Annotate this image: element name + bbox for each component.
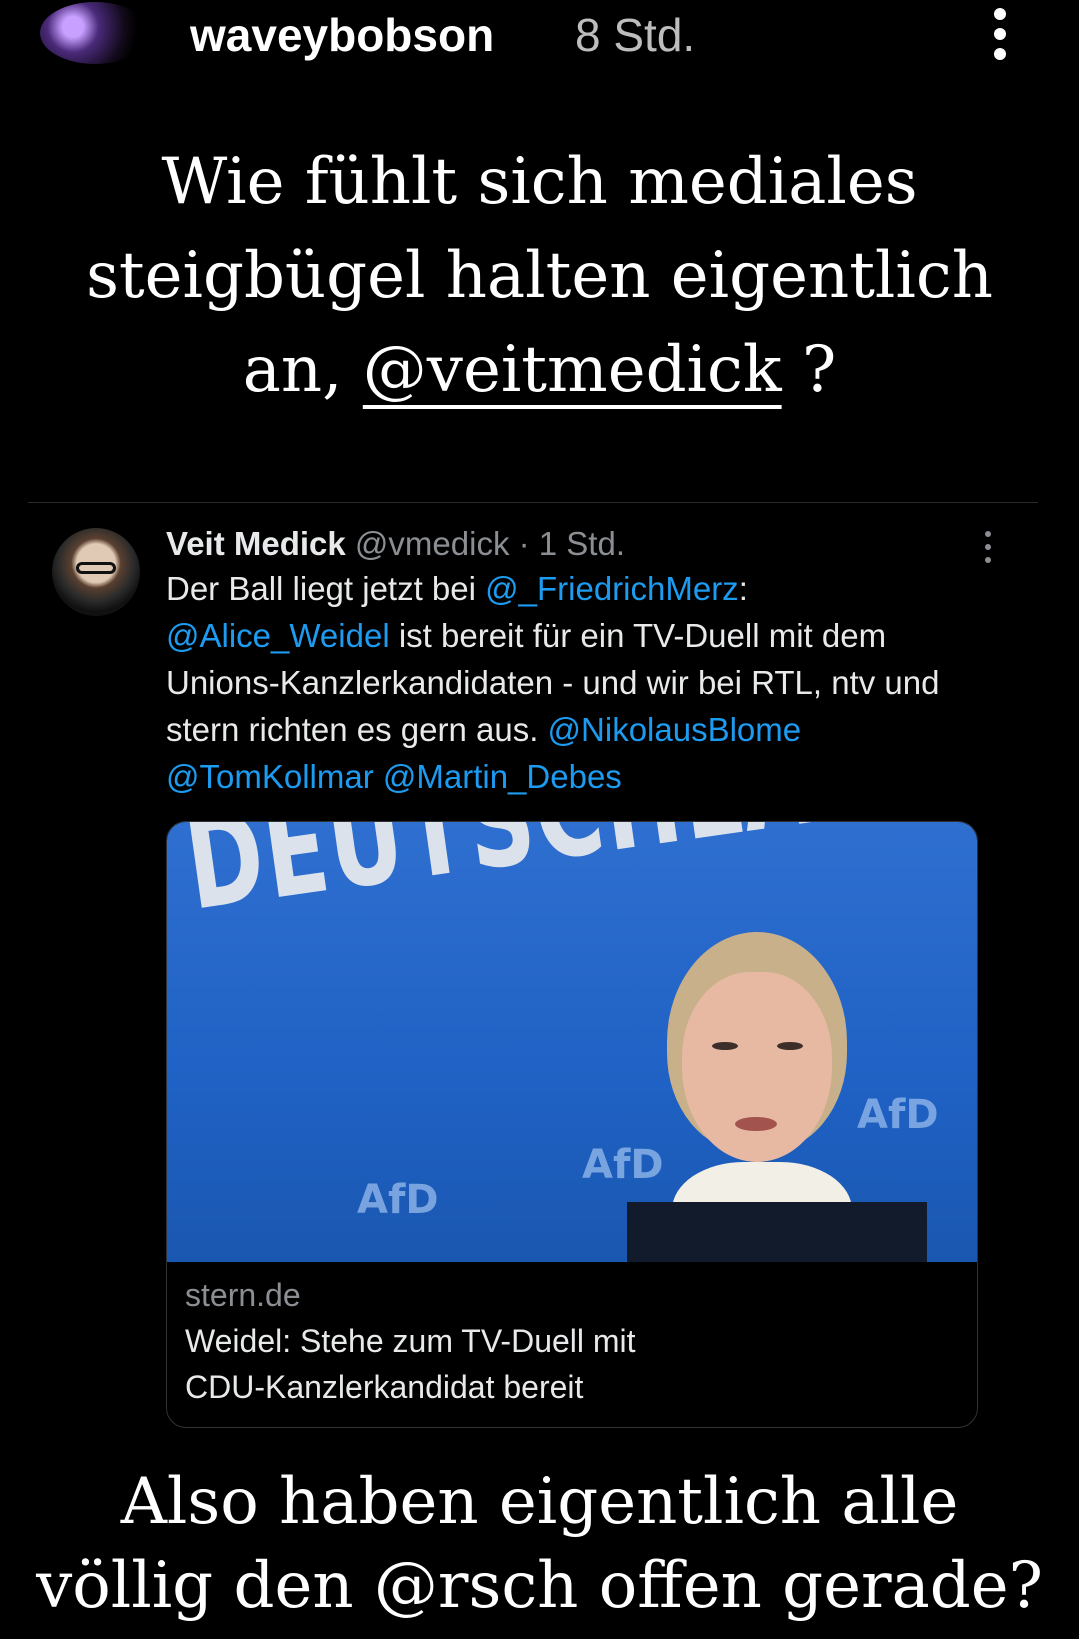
tweet-more-icon[interactable] xyxy=(985,531,993,563)
mention-nikolausblome[interactable]: @NikolausBlome xyxy=(548,711,802,748)
tweet-text: Der Ball liegt jetzt bei @_FriedrichMerz… xyxy=(166,565,986,800)
tweet-author-avatar[interactable] xyxy=(52,528,140,616)
mention-martin-debes[interactable]: @Martin_Debes xyxy=(383,758,622,795)
mention-friedrichmerz[interactable]: @_FriedrichMerz xyxy=(485,570,739,607)
person-photo xyxy=(627,932,977,1262)
caption-line-3: an, @veitmedick ? xyxy=(0,323,1079,417)
link-preview-image: DEUTSCHLAND. AfD AfD AfD xyxy=(167,822,977,1262)
link-title-line-1: Weidel: Stehe zum TV-Duell mit xyxy=(185,1323,636,1359)
story-timestamp: 8 Std. xyxy=(575,9,696,61)
mention-veitmedick[interactable]: @veitmedick xyxy=(363,333,782,407)
banner-text: DEUTSCHLAND. xyxy=(177,822,977,940)
caption-line-1: Wie fühlt sich mediales xyxy=(161,145,918,219)
caption-bottom-line-2: völlig den @rsch offen gerade? xyxy=(36,1549,1043,1623)
embedded-tweet[interactable]: Veit Medick @vmedick · 1 Std. Der Ball l… xyxy=(28,502,1038,1453)
afd-logo: AfD xyxy=(357,1177,439,1223)
caption-prefix: an, xyxy=(242,333,363,407)
link-title-line-2: CDU-Kanzlerkandidat bereit xyxy=(185,1369,584,1405)
caption-line-2: steigbügel halten eigentlich xyxy=(86,239,993,313)
story-username[interactable]: waveybobson xyxy=(190,8,494,62)
more-options-icon[interactable] xyxy=(985,4,1015,64)
story-caption-top: Wie fühlt sich mediales steigbügel halte… xyxy=(0,135,1079,417)
caption-suffix: ? xyxy=(781,333,837,407)
caption-bottom-line-1: Also haben eigentlich alle xyxy=(120,1465,959,1539)
story-caption-bottom: Also haben eigentlich alle völlig den @r… xyxy=(0,1460,1079,1628)
tweet-header: Veit Medick @vmedick · 1 Std. xyxy=(166,525,625,563)
tweet-text-part: Der Ball liegt jetzt bei xyxy=(166,570,486,607)
tweet-author-name[interactable]: Veit Medick xyxy=(166,525,346,562)
story-header: waveybobson 8 Std. xyxy=(0,0,1079,80)
story-avatar[interactable] xyxy=(40,2,150,64)
link-preview-info: stern.de Weidel: Stehe zum TV-Duell mit … xyxy=(185,1272,965,1410)
link-domain: stern.de xyxy=(185,1277,301,1313)
tweet-handle-time: @vmedick · 1 Std. xyxy=(354,525,625,562)
mention-alice-weidel[interactable]: @Alice_Weidel xyxy=(166,617,390,654)
mention-tomkollmar[interactable]: @TomKollmar xyxy=(166,758,374,795)
link-preview-card[interactable]: DEUTSCHLAND. AfD AfD AfD stern.de Weidel… xyxy=(166,821,978,1428)
tweet-text-part: : xyxy=(738,570,748,607)
